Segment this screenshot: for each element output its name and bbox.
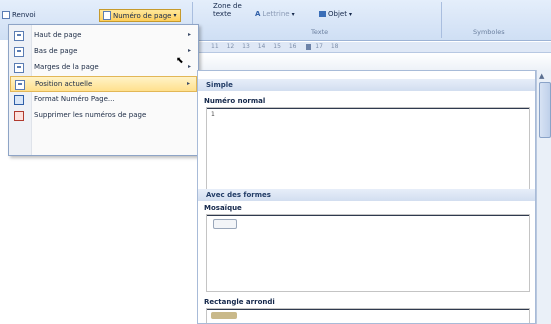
objet-icon <box>319 11 326 17</box>
menu-item-bas-de-page[interactable]: Bas de page ▸ <box>10 44 197 60</box>
menu-item-position-actuelle[interactable]: Position actuelle ▸ <box>10 76 197 92</box>
gallery-item-mosaique[interactable] <box>206 214 530 292</box>
chevron-down-icon: ▾ <box>173 12 177 19</box>
page-number-icon <box>103 11 111 20</box>
page-number-menu: Haut de page ▸ Bas de page ▸ Marges de l… <box>8 24 199 156</box>
renvoi-button[interactable]: Renvoi <box>2 11 36 19</box>
page-number-label: Numéro de page <box>113 11 172 20</box>
menu-item-label: Position actuelle <box>35 80 93 88</box>
position-gallery: Simple Numéro normal 1 Avec des formes M… <box>197 70 536 324</box>
scroll-up-arrow-icon[interactable]: ▲ <box>539 72 544 80</box>
menu-item-label: Supprimer les numéros de page <box>34 111 147 119</box>
scrollbar-thumb[interactable] <box>539 82 551 138</box>
ruler-mark: 11 <box>211 43 219 50</box>
ruler-tab-icon[interactable] <box>306 43 312 50</box>
ruler-mark: 15 <box>273 43 281 50</box>
group-texte-label: Texte <box>311 28 329 36</box>
ruler-mark: 16 <box>288 43 297 50</box>
horizontal-ruler[interactable]: 11 12 13 14 15 16 17 18 <box>197 42 551 53</box>
thumb-top-line <box>207 108 529 109</box>
gallery-item-rectangle-arrondi[interactable] <box>206 308 530 323</box>
renvoi-label: Renvoi <box>12 11 36 19</box>
page-number-preview: 1 <box>211 111 215 118</box>
lettrine-label: Lettrine <box>262 10 290 18</box>
gallery-item-title: Rectangle arrondi <box>204 298 275 306</box>
page-footer-icon <box>14 47 24 57</box>
ruler-mark: 18 <box>330 43 339 50</box>
page-margin-icon <box>14 63 24 73</box>
format-number-icon <box>14 95 24 105</box>
gallery-item-numero-normal[interactable]: 1 <box>206 107 530 199</box>
ribbon-separator <box>441 2 442 38</box>
submenu-arrow-icon: ▸ <box>187 47 191 54</box>
submenu-arrow-icon: ▸ <box>186 80 190 87</box>
chevron-down-icon: ▾ <box>291 10 295 18</box>
objet-button[interactable]: Objet ▾ <box>319 10 352 18</box>
text-zone-button[interactable]: Zone de texte <box>213 2 242 18</box>
thumb-top-line <box>207 309 529 310</box>
ruler-mark: 17 <box>315 43 323 50</box>
menu-item-supprimer-numeros[interactable]: Supprimer les numéros de page <box>10 108 197 124</box>
ruler-mark: 13 <box>242 43 250 50</box>
ruler-mark: 14 <box>257 43 266 50</box>
menu-item-haut-de-page[interactable]: Haut de page ▸ <box>10 28 197 44</box>
menu-item-label: Marges de la page <box>34 63 99 71</box>
mosaic-shape-preview <box>213 219 237 229</box>
lettrine-icon: A <box>255 10 261 18</box>
rounded-rect-preview <box>211 312 237 319</box>
menu-item-marges-de-la-page[interactable]: Marges de la page ▸ <box>10 60 197 76</box>
page-header-icon <box>14 31 24 41</box>
mouse-cursor-icon: ⬉ <box>176 56 184 66</box>
page-position-icon <box>15 80 25 90</box>
menu-item-label: Bas de page <box>34 47 78 55</box>
menu-item-label: Haut de page <box>34 31 82 39</box>
thumb-top-line <box>207 215 529 216</box>
group-symboles-label: Symboles <box>473 28 505 36</box>
document-page-edge <box>197 53 551 70</box>
section-header-formes: Avec des formes <box>198 189 535 201</box>
section-header-simple: Simple <box>198 79 535 91</box>
gallery-item-title: Numéro normal <box>204 97 266 105</box>
menu-item-label: Format Numéro Page... <box>34 95 115 103</box>
text-zone-label-2: texte <box>213 10 232 18</box>
submenu-arrow-icon: ▸ <box>187 31 191 38</box>
page-number-button[interactable]: Numéro de page ▾ <box>99 9 181 22</box>
submenu-arrow-icon: ▸ <box>187 63 191 70</box>
lettrine-button[interactable]: A Lettrine ▾ <box>255 10 295 18</box>
text-zone-label-1: Zone de <box>213 2 242 10</box>
renvoi-icon <box>2 11 10 19</box>
gallery-item-title: Mosaïque <box>204 204 242 212</box>
objet-label: Objet <box>328 10 347 18</box>
chevron-down-icon: ▾ <box>348 10 352 18</box>
gallery-scrollbar[interactable]: ▲ <box>536 70 551 324</box>
delete-number-icon <box>14 111 24 121</box>
menu-item-format-numero-page[interactable]: Format Numéro Page... <box>10 92 197 108</box>
ruler-mark: 12 <box>226 43 235 50</box>
